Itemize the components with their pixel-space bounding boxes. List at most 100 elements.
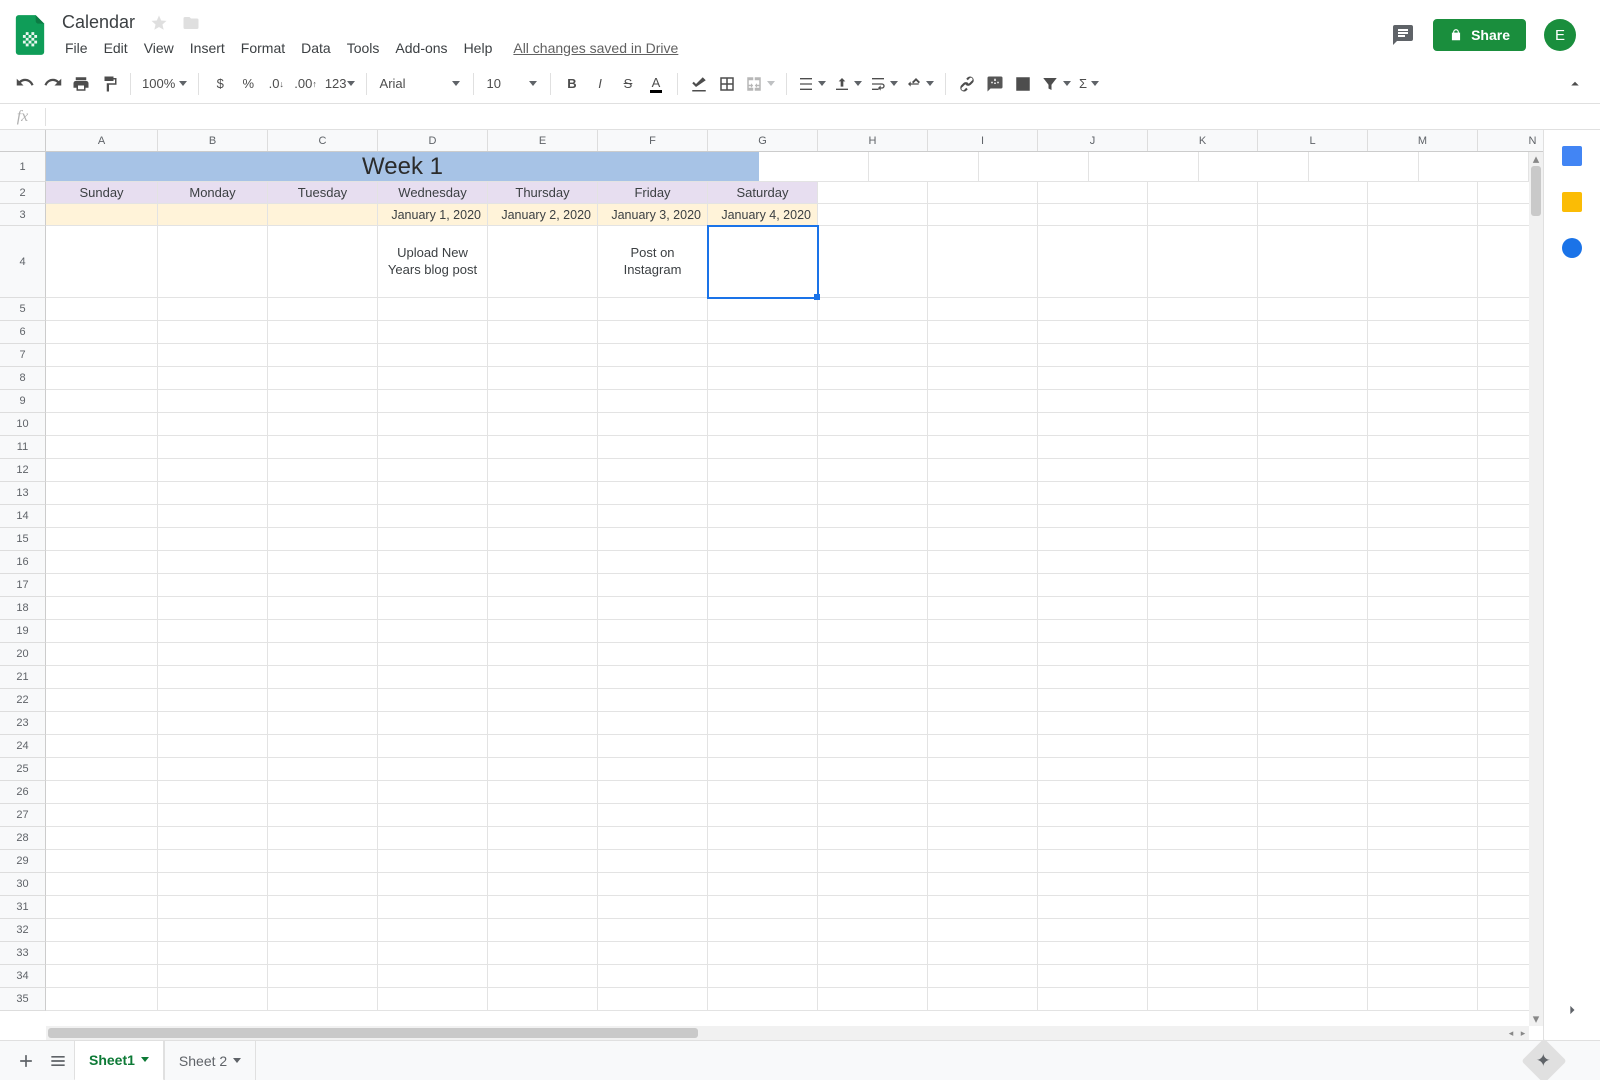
cell-E10[interactable]	[488, 413, 598, 436]
cell-H12[interactable]	[818, 459, 928, 482]
cell-F24[interactable]	[598, 735, 708, 758]
cell-D32[interactable]	[378, 919, 488, 942]
cell-L26[interactable]	[1258, 781, 1368, 804]
cell-M20[interactable]	[1368, 643, 1478, 666]
menu-help[interactable]: Help	[457, 36, 500, 60]
cell-B26[interactable]	[158, 781, 268, 804]
cell-I30[interactable]	[928, 873, 1038, 896]
cell-F26[interactable]	[598, 781, 708, 804]
cell-I16[interactable]	[928, 551, 1038, 574]
cell-M13[interactable]	[1368, 482, 1478, 505]
cell-I14[interactable]	[928, 505, 1038, 528]
spreadsheet-grid[interactable]: ABCDEFGHIJKLMN 1Week 12SundayMondayTuesd…	[0, 130, 1544, 1040]
cell-H15[interactable]	[818, 528, 928, 551]
week-title-cell[interactable]: Week 1	[46, 152, 759, 182]
cell-C11[interactable]	[268, 436, 378, 459]
cell-H14[interactable]	[818, 505, 928, 528]
cell-F27[interactable]	[598, 804, 708, 827]
cell-A13[interactable]	[46, 482, 158, 505]
cell-D20[interactable]	[378, 643, 488, 666]
cell-L12[interactable]	[1258, 459, 1368, 482]
cell-I18[interactable]	[928, 597, 1038, 620]
cell-M26[interactable]	[1368, 781, 1478, 804]
cell-J9[interactable]	[1038, 390, 1148, 413]
cell-G26[interactable]	[708, 781, 818, 804]
cell-E32[interactable]	[488, 919, 598, 942]
horizontal-scrollbar[interactable]	[46, 1026, 1505, 1040]
cell-N35[interactable]	[1478, 988, 1529, 1011]
cell-E15[interactable]	[488, 528, 598, 551]
cell-G18[interactable]	[708, 597, 818, 620]
cell-N31[interactable]	[1478, 896, 1529, 919]
cell-F22[interactable]	[598, 689, 708, 712]
cell-K22[interactable]	[1148, 689, 1258, 712]
cell-H34[interactable]	[818, 965, 928, 988]
cell-K34[interactable]	[1148, 965, 1258, 988]
row-header-30[interactable]: 30	[0, 873, 46, 896]
content-cell-G4[interactable]	[708, 226, 818, 298]
vertical-scroll-thumb[interactable]	[1531, 166, 1541, 216]
cell-A10[interactable]	[46, 413, 158, 436]
cell-C8[interactable]	[268, 367, 378, 390]
row-header-3[interactable]: 3	[0, 204, 46, 226]
cell-D30[interactable]	[378, 873, 488, 896]
cell-I17[interactable]	[928, 574, 1038, 597]
cell-A27[interactable]	[46, 804, 158, 827]
cell-H32[interactable]	[818, 919, 928, 942]
cell-C6[interactable]	[268, 321, 378, 344]
cell-L29[interactable]	[1258, 850, 1368, 873]
cell-I2[interactable]	[928, 182, 1038, 204]
cell-N20[interactable]	[1478, 643, 1529, 666]
cell-K19[interactable]	[1148, 620, 1258, 643]
cell-H10[interactable]	[818, 413, 928, 436]
cell-D19[interactable]	[378, 620, 488, 643]
cell-C14[interactable]	[268, 505, 378, 528]
cell-D14[interactable]	[378, 505, 488, 528]
cell-I12[interactable]	[928, 459, 1038, 482]
day-header-wednesday[interactable]: Wednesday	[378, 182, 488, 204]
cell-G10[interactable]	[708, 413, 818, 436]
cell-A29[interactable]	[46, 850, 158, 873]
day-header-monday[interactable]: Monday	[158, 182, 268, 204]
cell-D15[interactable]	[378, 528, 488, 551]
cell-M3[interactable]	[1368, 204, 1478, 226]
cell-I10[interactable]	[928, 413, 1038, 436]
row-header-28[interactable]: 28	[0, 827, 46, 850]
cell-B5[interactable]	[158, 298, 268, 321]
cell-C24[interactable]	[268, 735, 378, 758]
cell-I28[interactable]	[928, 827, 1038, 850]
cell-N24[interactable]	[1478, 735, 1529, 758]
cell-F16[interactable]	[598, 551, 708, 574]
cell-A24[interactable]	[46, 735, 158, 758]
column-header-G[interactable]: G	[708, 130, 818, 151]
insert-chart-button[interactable]	[1010, 71, 1036, 97]
tasks-sideapp-icon[interactable]	[1562, 238, 1582, 258]
cell-M28[interactable]	[1368, 827, 1478, 850]
cell-M16[interactable]	[1368, 551, 1478, 574]
cell-D28[interactable]	[378, 827, 488, 850]
cell-D23[interactable]	[378, 712, 488, 735]
cell-E17[interactable]	[488, 574, 598, 597]
cell-G32[interactable]	[708, 919, 818, 942]
cell-E33[interactable]	[488, 942, 598, 965]
cell-J19[interactable]	[1038, 620, 1148, 643]
cell-N5[interactable]	[1478, 298, 1529, 321]
cell-D26[interactable]	[378, 781, 488, 804]
cell-K12[interactable]	[1148, 459, 1258, 482]
cell-M4[interactable]	[1368, 226, 1478, 298]
cell-A32[interactable]	[46, 919, 158, 942]
row-header-13[interactable]: 13	[0, 482, 46, 505]
cell-K2[interactable]	[1148, 182, 1258, 204]
cell-I8[interactable]	[928, 367, 1038, 390]
cell-I27[interactable]	[928, 804, 1038, 827]
cell-G21[interactable]	[708, 666, 818, 689]
cell-N33[interactable]	[1478, 942, 1529, 965]
cell-N14[interactable]	[1478, 505, 1529, 528]
cell-C26[interactable]	[268, 781, 378, 804]
increase-decimal-button[interactable]: .00↑	[291, 71, 320, 97]
paint-format-button[interactable]	[96, 71, 122, 97]
cell-C34[interactable]	[268, 965, 378, 988]
cell-D33[interactable]	[378, 942, 488, 965]
sheets-logo-icon[interactable]	[10, 15, 50, 55]
cell-C12[interactable]	[268, 459, 378, 482]
